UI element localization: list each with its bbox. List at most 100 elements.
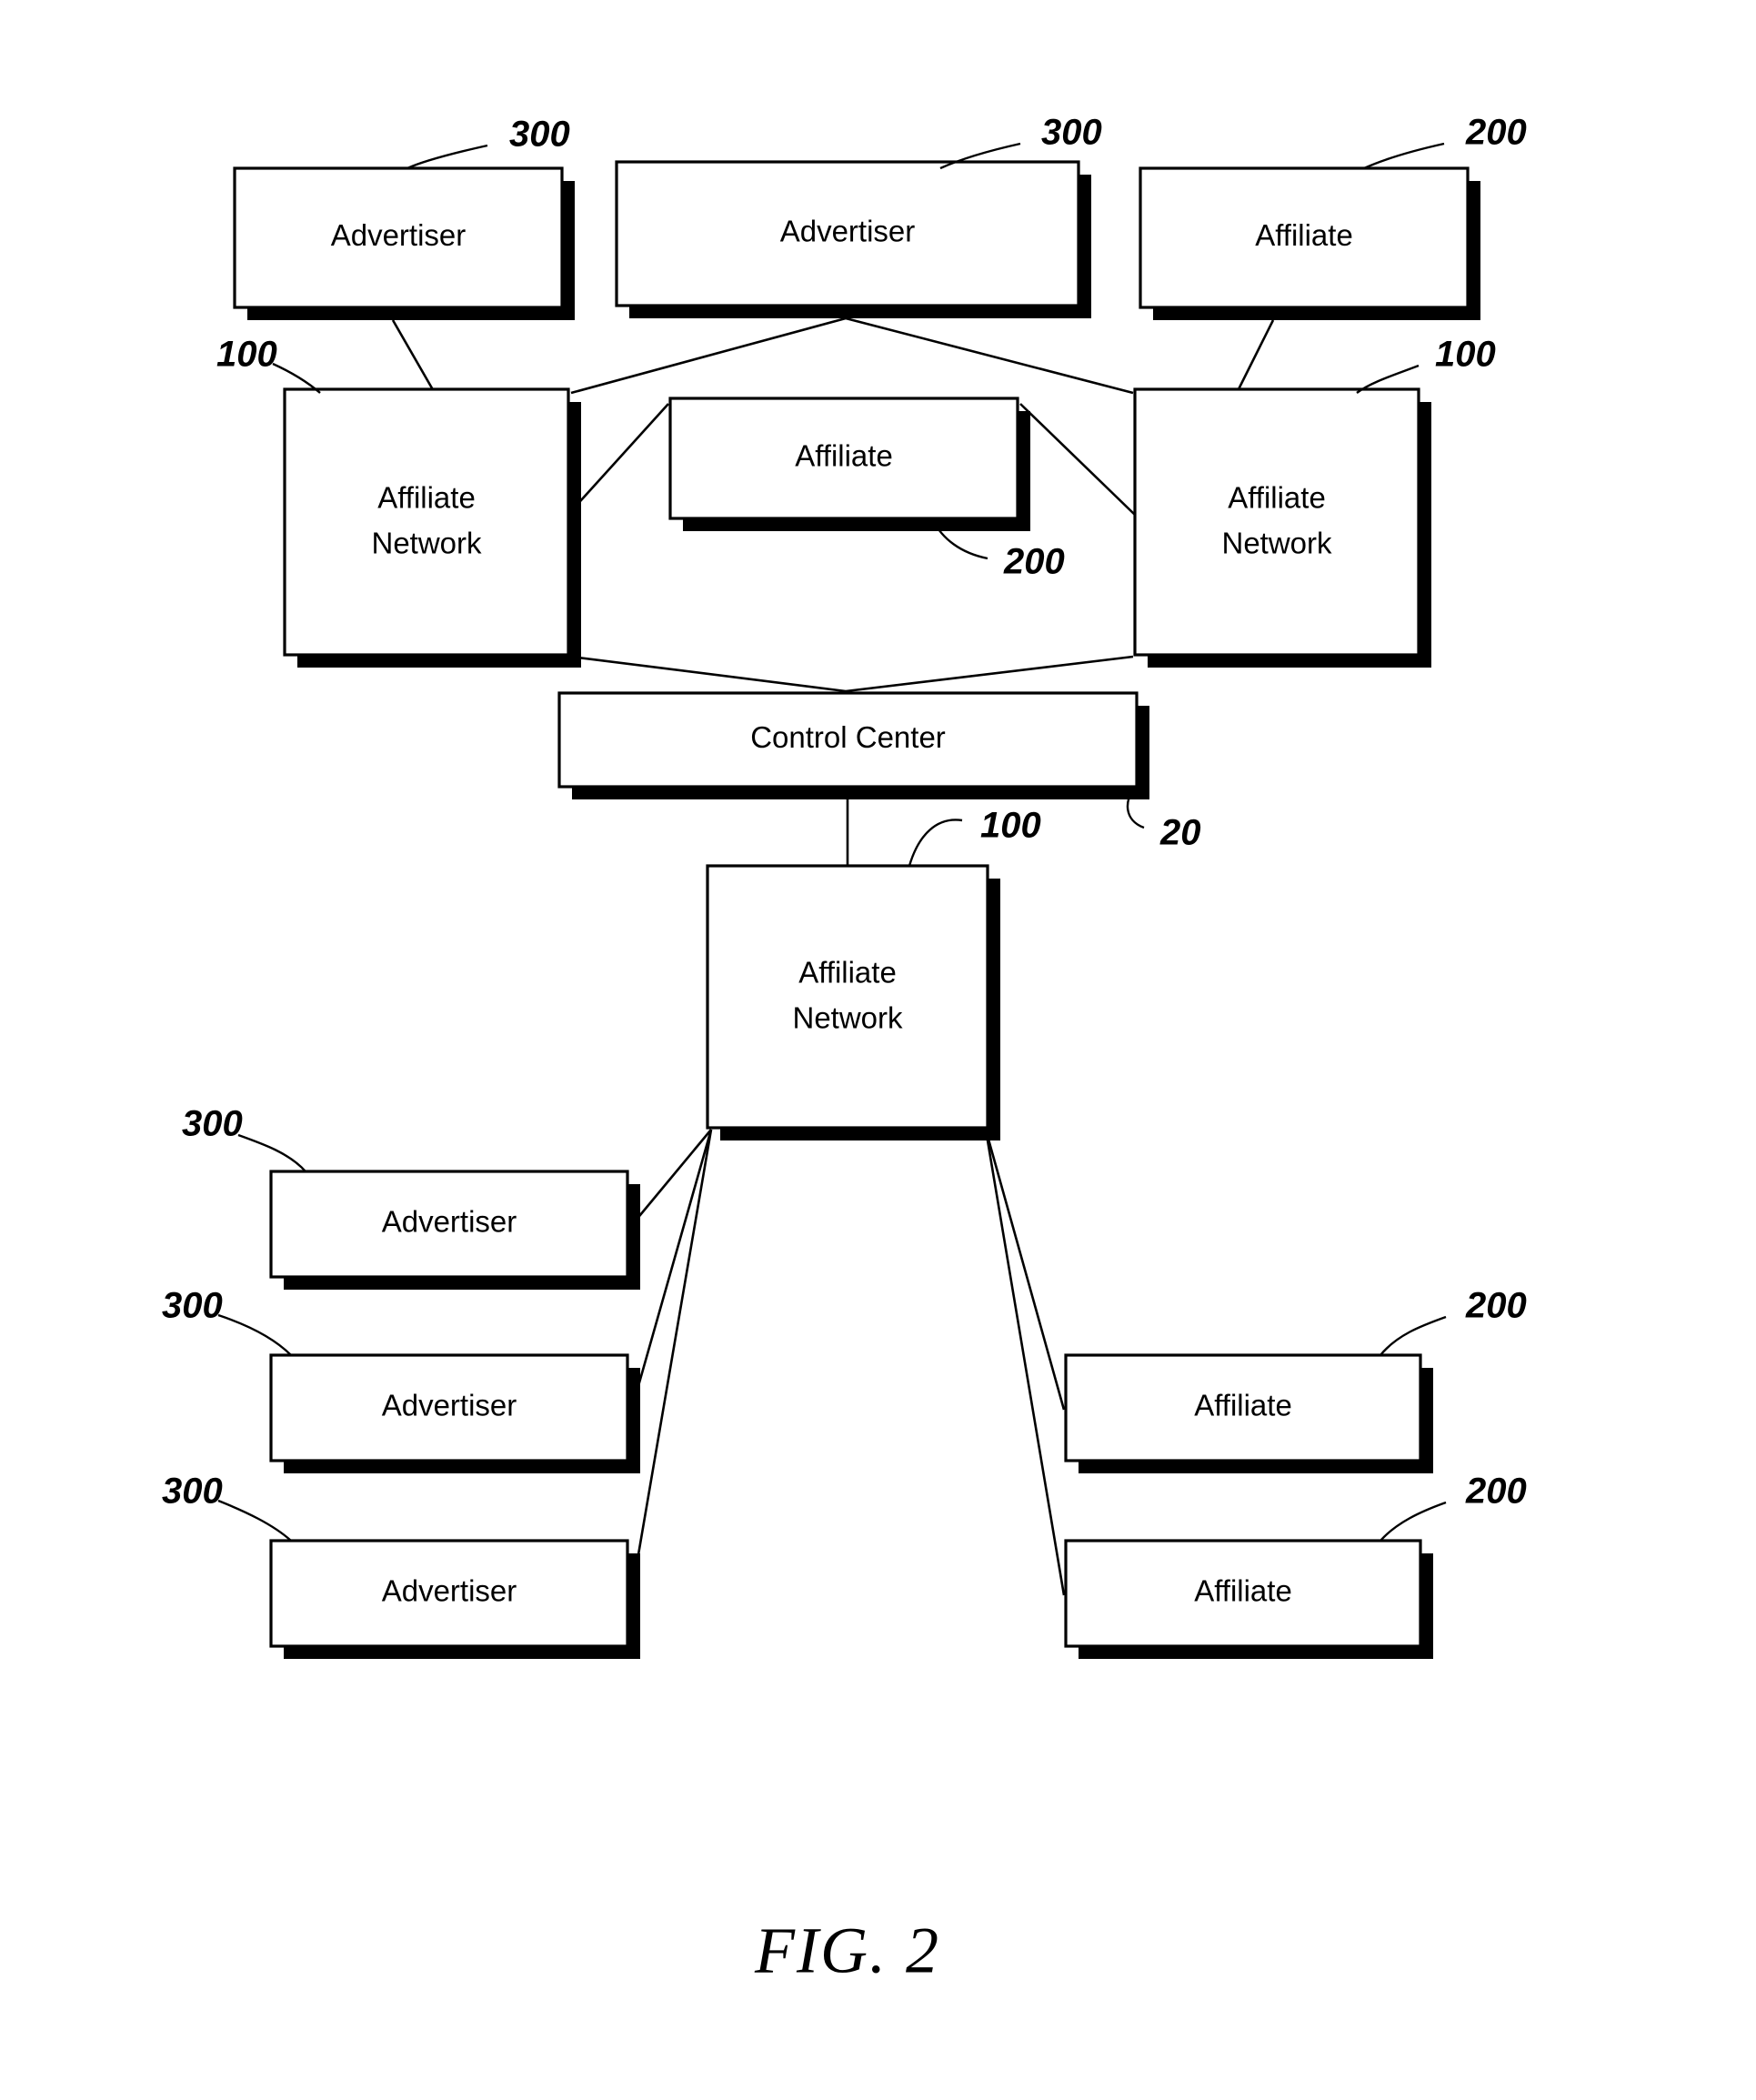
node-shadow-right — [1419, 402, 1431, 668]
reference-numerals-layer: 300 300 200 100 100 200 100 20 300 300 300 200 200 — [162, 113, 1527, 1542]
node-shadow-right — [1079, 175, 1091, 318]
node-adv_b2: Advertiser — [269, 1353, 640, 1473]
nodes-layer: Advertiser Advertiser Affiliate Affiliate Ne… — [233, 160, 1480, 1659]
connector-an_right-to-control_center — [845, 655, 1134, 693]
node-label: Affiliate — [1194, 1389, 1292, 1422]
reference-numeral-label: 200 — [1465, 1286, 1527, 1326]
node-shadow-bottom — [572, 787, 1149, 799]
node-an_right: Affiliate Network — [1133, 387, 1431, 668]
node-label: Advertiser — [382, 1389, 517, 1422]
node-shadow-bottom — [1079, 1461, 1433, 1473]
figure-canvas: Advertiser Advertiser Affiliate Affiliate Ne… — [162, 113, 1527, 1987]
node-shadow-right — [1420, 1368, 1433, 1473]
leader-line — [217, 1499, 292, 1542]
connector-an_bottom-to-adv_b3 — [629, 1129, 713, 1598]
reference-numeral-label: 100 — [980, 806, 1041, 846]
reference-numeral-100-6: 100 — [908, 806, 1041, 867]
node-label: Affiliate — [377, 481, 476, 515]
node-adv_top_center: Advertiser — [615, 160, 1091, 318]
node-shadow-bottom — [1148, 655, 1431, 668]
reference-numeral-300-0: 300 — [406, 115, 570, 170]
connector-an_bottom-to-aff_b2 — [984, 1129, 1066, 1596]
node-shadow-bottom — [297, 655, 581, 668]
node-label: Advertiser — [382, 1205, 517, 1239]
node-aff_center: Affiliate — [668, 397, 1030, 531]
node-label: Control Center — [750, 720, 946, 754]
node-shadow-right — [562, 181, 575, 320]
connector-adv_top_left-to-an_left — [391, 319, 436, 394]
node-label: Advertiser — [780, 215, 916, 248]
reference-numeral-300-10: 300 — [162, 1472, 292, 1542]
leader-line — [1380, 1501, 1447, 1542]
node-shadow-right — [988, 879, 1000, 1140]
node-label: Affiliate — [1255, 218, 1353, 252]
node-control_center: Control Center — [557, 691, 1149, 799]
node-adv_b3: Advertiser — [269, 1539, 640, 1659]
reference-numeral-200-2: 200 — [1363, 113, 1527, 170]
reference-numeral-300-9: 300 — [162, 1286, 292, 1356]
node-box — [1133, 387, 1420, 657]
figure-caption: FIG. 2 — [754, 1914, 940, 1987]
reference-numeral-label: 100 — [1435, 335, 1496, 375]
node-shadow-bottom — [720, 1128, 1000, 1140]
node-shadow-bottom — [247, 307, 575, 320]
node-shadow-bottom — [284, 1646, 640, 1659]
reference-numeral-label: 300 — [162, 1286, 223, 1326]
node-shadow-bottom — [1153, 307, 1480, 320]
reference-numeral-label: 300 — [1041, 113, 1102, 153]
node-shadow-right — [627, 1368, 640, 1473]
reference-numeral-300-8: 300 — [182, 1104, 306, 1172]
leader-line — [1380, 1315, 1447, 1356]
patent-figure-page: Advertiser Advertiser Affiliate Affiliate Ne… — [0, 0, 1756, 2100]
node-label-line2: Network — [1221, 527, 1332, 560]
leader-line — [217, 1313, 292, 1356]
reference-numeral-100-4: 100 — [1356, 335, 1496, 394]
node-shadow-right — [627, 1184, 640, 1290]
node-label: Affiliate — [798, 956, 897, 990]
node-shadow-right — [1137, 706, 1149, 799]
reference-numeral-label: 300 — [182, 1104, 243, 1144]
connector-adv_top_center-to-an_right — [845, 317, 1134, 395]
reference-numeral-100-3: 100 — [216, 335, 321, 394]
reference-numeral-label: 100 — [216, 335, 277, 375]
connector-aff_center-to-an_right — [1019, 403, 1136, 516]
reference-numeral-200-11: 200 — [1380, 1286, 1527, 1356]
leader-line — [1363, 142, 1445, 170]
node-label: Affiliate — [1228, 481, 1326, 515]
node-shadow-bottom — [284, 1277, 640, 1290]
node-an_left: Affiliate Network — [283, 387, 581, 668]
node-an_bottom: Affiliate Network — [706, 864, 1000, 1140]
leader-line — [237, 1133, 306, 1172]
reference-numeral-label: 200 — [1465, 113, 1527, 153]
reference-numeral-label: 300 — [162, 1472, 223, 1512]
node-shadow-bottom — [683, 518, 1030, 531]
node-adv_top_left: Advertiser — [233, 166, 575, 320]
reference-numeral-label: 300 — [509, 115, 570, 155]
leader-line — [406, 144, 488, 170]
connector-adv_top_center-to-an_left — [570, 317, 847, 395]
reference-numeral-label: 200 — [1003, 542, 1065, 582]
node-label: Advertiser — [382, 1574, 517, 1608]
reference-numeral-200-12: 200 — [1380, 1472, 1527, 1542]
connector-aff_center-to-an_left — [572, 403, 669, 510]
node-box — [283, 387, 570, 657]
node-shadow-bottom — [284, 1461, 640, 1473]
node-aff_top_right: Affiliate — [1139, 166, 1480, 320]
node-label-line2: Network — [371, 527, 482, 560]
node-shadow-right — [627, 1553, 640, 1659]
node-label-line2: Network — [792, 1001, 903, 1035]
reference-numeral-label: 20 — [1159, 813, 1201, 853]
node-aff_b1: Affiliate — [1064, 1353, 1433, 1473]
node-shadow-right — [1018, 411, 1030, 531]
node-adv_b1: Advertiser — [269, 1170, 640, 1290]
connector-an_left-to-control_center — [570, 655, 847, 693]
node-shadow-right — [1468, 181, 1480, 320]
node-label: Advertiser — [331, 218, 467, 252]
node-shadow-right — [568, 402, 581, 668]
connector-an_bottom-to-adv_b1 — [629, 1129, 713, 1227]
node-label: Affiliate — [1194, 1574, 1292, 1608]
reference-numeral-label: 200 — [1465, 1472, 1527, 1512]
connector-aff_top_right-to-an_right — [1235, 319, 1275, 394]
node-box — [706, 864, 989, 1130]
node-label: Affiliate — [795, 439, 893, 473]
